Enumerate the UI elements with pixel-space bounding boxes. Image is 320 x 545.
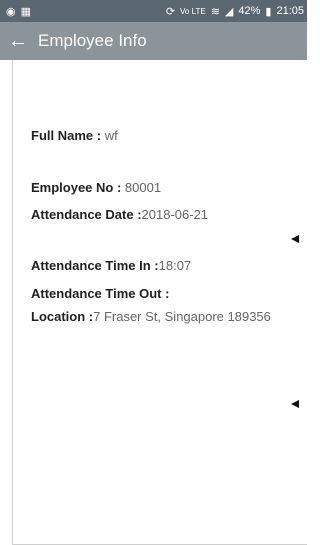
location-row: Location :7 Fraser St, Singapore 189356	[31, 309, 271, 324]
status-time: 21:05	[276, 5, 304, 17]
status-bar: ◉ ▦ ⟳ Vo LTE ≋ ◢ 42% ▮ 21:05	[0, 0, 307, 22]
location-icon: ◉	[6, 5, 16, 18]
volte-icon: Vo LTE	[180, 6, 206, 16]
attendance-date-row: Attendance Date :2018-06-21	[31, 207, 208, 222]
time-in-row: Attendance Time In :18:07	[31, 258, 191, 273]
attendance-date-label: Attendance Date :	[31, 207, 142, 222]
full-name-value: wf	[104, 128, 118, 143]
attendance-date-value: 2018-06-21	[141, 207, 209, 222]
pointer-arrow-icon-location	[291, 400, 299, 408]
employee-no-row: Employee No : 80001	[31, 180, 161, 195]
location-value: 7 Fraser St, Singapore 189356	[93, 309, 271, 324]
employee-no-label: Employee No :	[31, 180, 125, 195]
time-out-row: Attendance Time Out :	[31, 286, 169, 301]
location-label: Location :	[31, 309, 94, 324]
employee-no-value: 80001	[124, 180, 162, 195]
page-title: Employee Info	[38, 31, 147, 50]
pointer-arrow-icon	[291, 235, 299, 243]
battery-text: 42%	[238, 5, 261, 17]
status-right-icons: ⟳ Vo LTE ≋ ◢ 42% ▮ 21:05	[166, 5, 304, 18]
wifi-icon: ≋	[210, 5, 220, 18]
back-button[interactable]: ←	[0, 22, 36, 60]
arrow-left-icon: ←	[8, 29, 28, 52]
sync-icon: ⟳	[165, 5, 176, 18]
status-left-icons: ◉ ▦	[6, 5, 31, 18]
app-bar: ← Employee Info	[0, 22, 307, 60]
employee-info-panel: Full Name : wf Employee No : 80001 Atten…	[12, 60, 307, 545]
full-name-row: Full Name : wf	[31, 128, 118, 143]
time-in-label: Attendance Time In :	[31, 258, 159, 273]
full-name-label: Full Name :	[31, 128, 105, 143]
time-out-label: Attendance Time Out :	[31, 286, 170, 301]
notification-icon: ▦	[20, 5, 32, 18]
signal-icon: ◢	[224, 5, 234, 18]
time-in-value: 18:07	[158, 258, 192, 273]
battery-icon: ▮	[265, 5, 272, 18]
